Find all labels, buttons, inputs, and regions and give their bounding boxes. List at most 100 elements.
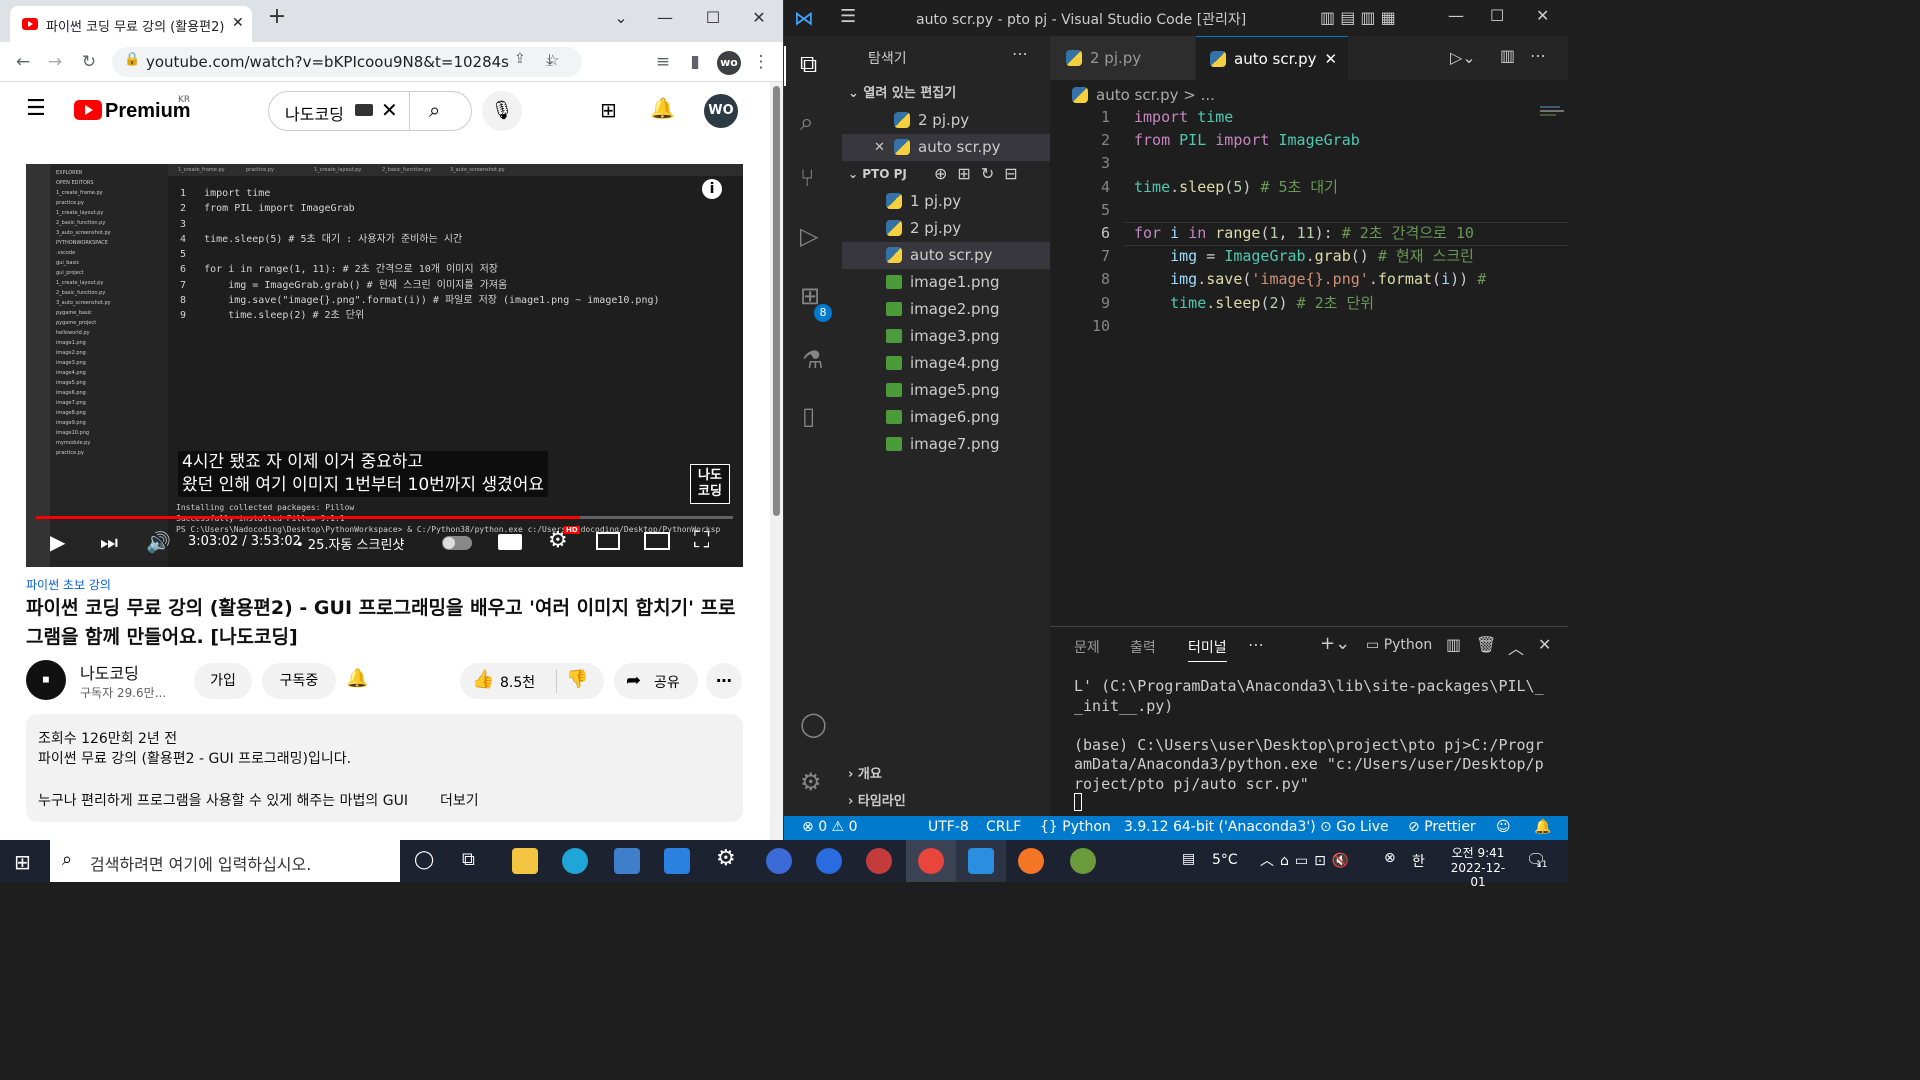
project-section[interactable]: ⌄ PTO PJ (848, 161, 907, 188)
problems-tab[interactable]: 문제 (1074, 637, 1100, 657)
youtube-logo[interactable]: Premium (74, 100, 191, 123)
volume-icon[interactable]: 🔊 (146, 530, 171, 554)
notifications-icon[interactable]: 🔔 (650, 96, 675, 120)
like-icon[interactable]: 👍 (472, 669, 494, 690)
tab-auto-scr[interactable]: auto scr.py ✕ (1196, 36, 1348, 80)
taskbar-search-input[interactable]: 검색하려면 여기에 입력하십시오. (90, 851, 311, 875)
mail-icon[interactable] (664, 848, 690, 874)
maximize-button[interactable]: ☐ (698, 8, 728, 27)
chapter-title[interactable]: • 25.자동 스크린샷 (296, 534, 404, 553)
clear-search-icon[interactable]: ✕ (381, 98, 398, 122)
description-box[interactable]: 조회수 126만회 2년 전 파이썬 무료 강의 (활용편2 - GUI 프로그… (26, 714, 743, 822)
app-icon-2[interactable] (816, 848, 842, 874)
chrome-menu-icon[interactable]: ⋮ (750, 52, 772, 72)
hamburger-icon[interactable]: ☰ (26, 96, 46, 121)
eol-status[interactable]: CRLF (986, 819, 1021, 835)
cortana-icon[interactable]: ◯ (414, 849, 434, 870)
file-item-image[interactable]: image2.png (842, 296, 1050, 323)
theater-mode-icon[interactable] (644, 532, 670, 550)
open-editor-item[interactable]: 2 pj.py (894, 107, 969, 134)
minimize-button[interactable]: — (1448, 6, 1464, 25)
search-input[interactable]: 나도코딩 (285, 101, 344, 125)
split-editor-icon[interactable]: ▥ (1500, 46, 1515, 65)
forward-icon[interactable]: → (44, 52, 66, 72)
outline-section[interactable]: › 개요 (848, 761, 882, 788)
app-icon-4[interactable] (1070, 848, 1096, 874)
file-item-image[interactable]: image1.png (842, 269, 1050, 296)
keyboard-icon[interactable] (355, 104, 373, 116)
close-tab-icon[interactable]: ✕ (232, 15, 244, 31)
new-tab-button[interactable]: + (262, 4, 292, 29)
explorer-actions-icons[interactable]: ⊕⊞↻⊟ (934, 164, 1028, 183)
file-item-image[interactable]: image4.png (842, 350, 1050, 377)
install-icon[interactable]: ⤓ (546, 50, 553, 70)
clock[interactable]: 오전 9:41 2022-12-01 (1444, 844, 1512, 889)
show-more-link[interactable]: 더보기 (440, 790, 479, 810)
close-window-button[interactable]: ✕ (744, 8, 774, 27)
autoplay-toggle[interactable] (442, 536, 472, 550)
ime-indicator[interactable]: 한 (1412, 851, 1425, 871)
terminal-tab[interactable]: 터미널 (1188, 637, 1227, 662)
maximize-button[interactable]: ☐ (1490, 6, 1504, 25)
prettier-status[interactable]: ⊘ Prettier (1408, 819, 1476, 835)
go-live-status[interactable]: ⊙ Go Live (1320, 819, 1389, 835)
miniplayer-icon[interactable] (596, 532, 620, 550)
file-item-image[interactable]: image7.png (842, 431, 1050, 458)
breadcrumb[interactable]: auto scr.py > ... (1072, 86, 1215, 104)
kill-terminal-icon[interactable]: 🗑 (1476, 635, 1496, 654)
run-debug-icon[interactable]: ▷ (800, 222, 818, 250)
search-icon[interactable]: ⌕ (800, 108, 813, 136)
weather-temp[interactable]: 5°C (1212, 852, 1238, 868)
problems-status[interactable]: ⊗ 0 ⚠ 0 (802, 819, 857, 835)
app-icon-1[interactable] (766, 848, 792, 874)
tab-2-pj[interactable]: 2 pj.py (1050, 36, 1195, 80)
file-item-image[interactable]: image3.png (842, 323, 1050, 350)
file-explorer-icon[interactable] (512, 848, 538, 874)
profile-avatar[interactable]: wo (717, 51, 741, 75)
playlist-link[interactable]: 파이썬 초보 강의 (26, 576, 111, 593)
page-scrollbar[interactable] (770, 82, 783, 840)
timeline-section[interactable]: › 타임라인 (848, 788, 906, 815)
fullscreen-icon[interactable]: ⛶ (694, 528, 709, 553)
file-item-python[interactable]: auto scr.py (842, 242, 1050, 269)
explorer-more-icon[interactable]: ⋯ (1012, 44, 1028, 63)
notifications-bell-icon[interactable]: 🔔 (1534, 819, 1551, 835)
file-item-image[interactable]: image5.png (842, 377, 1050, 404)
taskbar-search-box[interactable]: ⌕ 검색하려면 여기에 입력하십시오. (50, 840, 400, 882)
accounts-icon[interactable]: ◯ (800, 710, 827, 738)
panel-more-icon[interactable]: ⋯ (1248, 635, 1264, 654)
play-icon[interactable]: ▶ (50, 530, 65, 554)
new-terminal-icon[interactable]: +⌄ (1320, 633, 1350, 654)
testing-icon[interactable]: ⚗ (802, 346, 824, 374)
language-status[interactable]: {} Python (1040, 819, 1111, 835)
back-icon[interactable]: ← (12, 52, 34, 72)
explorer-icon[interactable]: ⧉ (800, 50, 817, 78)
encoding-status[interactable]: UTF-8 (928, 819, 969, 835)
settings-icon[interactable]: ⚙ (716, 846, 736, 871)
search-box[interactable]: 나도코딩 ✕ ⌕ (268, 91, 472, 131)
split-terminal-icon[interactable]: ▥ (1446, 635, 1461, 654)
minimize-button[interactable]: — (650, 8, 680, 27)
source-control-icon[interactable]: ⑂ (800, 164, 814, 192)
create-video-icon[interactable]: ⊞ (600, 98, 617, 122)
tab-search-icon[interactable]: ⌄ (606, 8, 636, 27)
vscode-taskbar-button[interactable] (956, 840, 1006, 882)
store-icon[interactable] (614, 848, 640, 874)
close-tray-icon[interactable]: ⊗ (1384, 850, 1396, 866)
dislike-icon[interactable]: 👎 (566, 669, 588, 690)
side-panel-icon[interactable]: ▮ (684, 52, 706, 72)
menu-icon[interactable]: ☰ (840, 6, 856, 27)
manage-gear-icon[interactable]: ⚙ (800, 768, 822, 796)
chrome-taskbar-button[interactable] (906, 840, 956, 882)
minimap[interactable] (1540, 104, 1568, 134)
progress-track[interactable] (36, 516, 733, 519)
edge-icon[interactable] (562, 848, 588, 874)
open-editors-section[interactable]: ⌄ 열려 있는 편집기 (848, 80, 956, 107)
terminal-output[interactable]: L' (C:\ProgramData\Anaconda3\lib\site-pa… (1074, 677, 1564, 795)
next-icon[interactable]: ⏭ (100, 530, 118, 554)
bell-icon[interactable]: 🔔 (346, 668, 368, 689)
subscribed-button[interactable]: 구독중 (262, 663, 336, 699)
account-avatar[interactable]: WO (704, 94, 738, 128)
channel-name[interactable]: 나도코딩 (80, 660, 139, 684)
join-button[interactable]: 가입 (194, 663, 252, 699)
